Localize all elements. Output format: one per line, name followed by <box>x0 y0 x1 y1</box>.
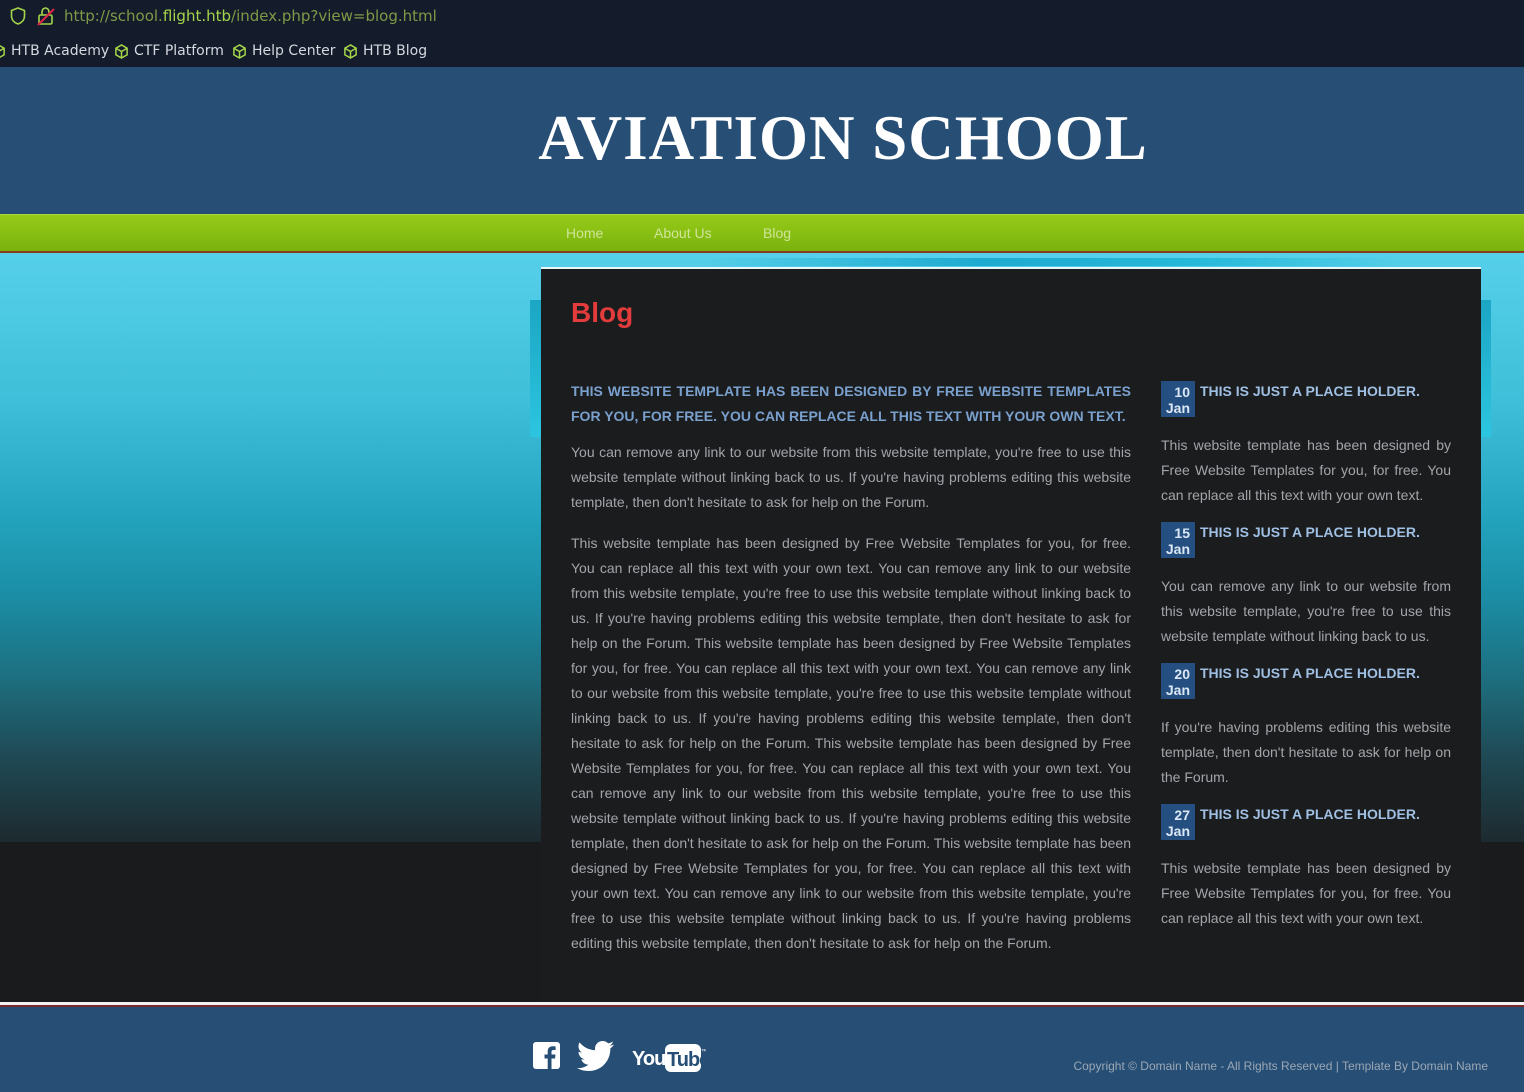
date-month: Jan <box>1165 400 1190 416</box>
shield-icon[interactable] <box>10 7 26 25</box>
cube-icon <box>0 44 5 58</box>
nav-home[interactable]: Home <box>566 225 603 241</box>
main-article: THIS WEBSITE TEMPLATE HAS BEEN DESIGNED … <box>571 379 1131 956</box>
date-day: 10 <box>1174 384 1190 400</box>
url-host: flight.htb <box>162 7 232 25</box>
facebook-icon[interactable] <box>533 1042 560 1069</box>
bookmark-ctf-platform[interactable]: CTF Platform <box>114 38 224 64</box>
article-lead: THIS WEBSITE TEMPLATE HAS BEEN DESIGNED … <box>571 383 1131 424</box>
bookmark-label: HTB Blog <box>363 43 428 59</box>
bookmark-label: Help Center <box>252 43 336 59</box>
date-month: Jan <box>1165 682 1190 698</box>
bookmark-htb-academy[interactable]: HTB Academy <box>0 38 109 64</box>
article-paragraph: You can remove any link to our website f… <box>571 444 1131 510</box>
cube-icon <box>344 43 357 59</box>
date-month: Jan <box>1165 541 1190 557</box>
page-title: Blog <box>571 297 634 328</box>
nav-blog[interactable]: Blog <box>763 225 791 241</box>
date-day: 27 <box>1174 807 1190 823</box>
insecure-lock-icon[interactable] <box>37 6 55 26</box>
post-title[interactable]: THIS IS JUST A PLACE HOLDER. <box>1200 383 1420 399</box>
date-badge: 10 Jan <box>1161 381 1195 417</box>
address-bar[interactable]: http://school.flight.htb/index.php?view=… <box>0 0 1524 32</box>
twitter-icon[interactable] <box>577 1041 615 1071</box>
hero-streak <box>700 258 1400 266</box>
main-nav: Home About Us Blog <box>0 214 1524 253</box>
date-day: 15 <box>1174 525 1190 541</box>
date-month: Jan <box>1165 823 1190 839</box>
svg-text:™: ™ <box>701 1048 706 1055</box>
url-text[interactable]: http://school.flight.htb/index.php?view=… <box>64 7 437 25</box>
site-header: AVIATION SCHOOL <box>0 67 1524 215</box>
site-footer: You Tube ™ Copyright © Domain Name - All… <box>0 1007 1524 1092</box>
post-title[interactable]: THIS IS JUST A PLACE HOLDER. <box>1200 665 1420 681</box>
site-title: AVIATION SCHOOL <box>538 103 1148 173</box>
post-text: This website template has been designed … <box>1161 437 1451 503</box>
post-text: This website template has been designed … <box>1161 860 1451 926</box>
bookmark-help-center[interactable]: Help Center <box>232 38 336 64</box>
youtube-icon[interactable]: You Tube ™ <box>632 1041 706 1075</box>
post-title[interactable]: THIS IS JUST A PLACE HOLDER. <box>1200 806 1420 822</box>
url-path: /index.php?view=blog.html <box>231 7 437 25</box>
date-day: 20 <box>1174 666 1190 682</box>
article-paragraph: This website template has been designed … <box>571 535 1131 951</box>
bookmark-label: HTB Academy <box>11 43 110 59</box>
content-panel: Blog THIS WEBSITE TEMPLATE HAS BEEN DESI… <box>541 267 1481 1002</box>
cube-icon <box>115 43 128 59</box>
date-badge: 15 Jan <box>1161 522 1195 558</box>
bookmark-label: CTF Platform <box>134 43 224 59</box>
nav-about-us[interactable]: About Us <box>654 225 712 241</box>
svg-text:You: You <box>632 1048 665 1070</box>
post-text: If you're having problems editing this w… <box>1161 719 1451 785</box>
url-prefix: http://school. <box>64 7 163 25</box>
cube-icon <box>233 43 246 59</box>
post-title[interactable]: THIS IS JUST A PLACE HOLDER. <box>1200 524 1420 540</box>
post-text: You can remove any link to our website f… <box>1161 578 1451 644</box>
bookmark-htb-blog[interactable]: HTB Blog <box>343 38 427 64</box>
date-badge: 27 Jan <box>1161 804 1195 840</box>
browser-toolbar: http://school.flight.htb/index.php?view=… <box>0 0 1524 67</box>
date-badge: 20 Jan <box>1161 663 1195 699</box>
bookmarks-bar: HTB Academy CTF Platform Help Center HTB… <box>0 38 1524 64</box>
copyright-text: Copyright © Domain Name - All Rights Res… <box>1073 1059 1488 1073</box>
